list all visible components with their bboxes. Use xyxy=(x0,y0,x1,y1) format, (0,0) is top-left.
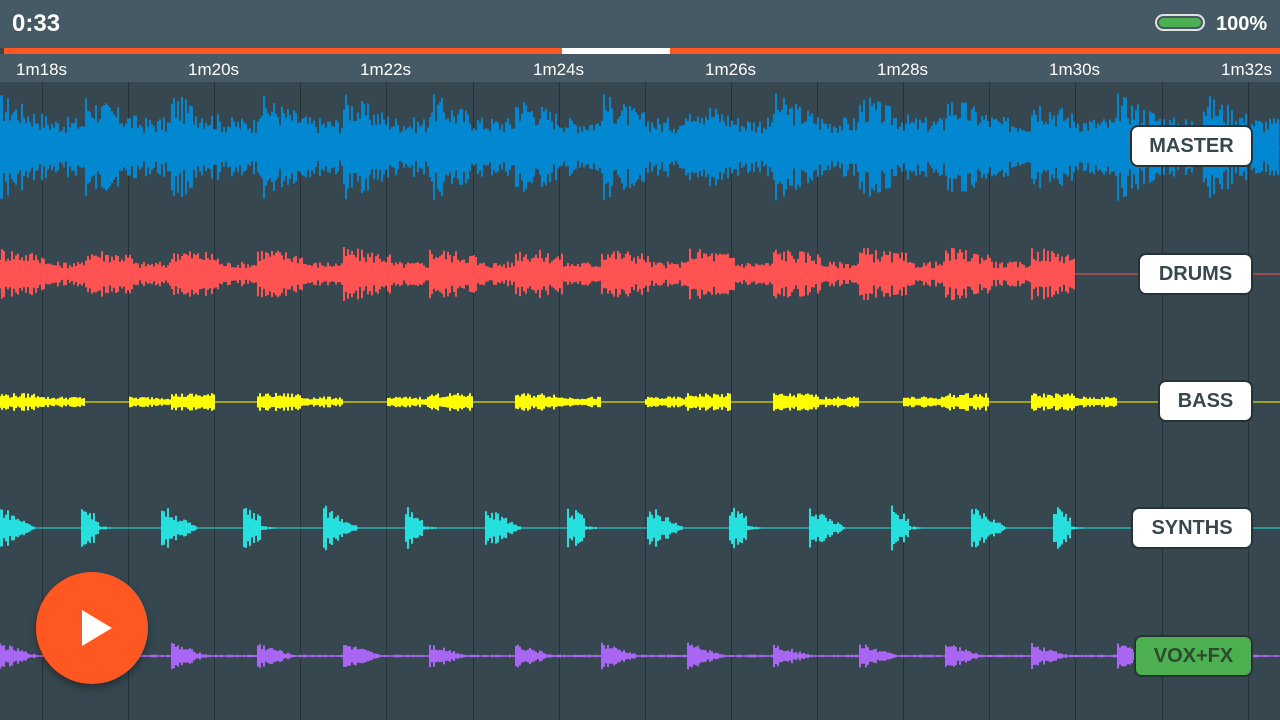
track-button-drums[interactable]: DRUMS xyxy=(1138,253,1253,295)
bass-waveform xyxy=(0,393,1280,411)
timeline-tick: 1m18s xyxy=(16,60,68,79)
track-button-vox-fx[interactable]: VOX+FX xyxy=(1134,635,1253,677)
timeline-tick: 1m24s xyxy=(533,60,585,79)
status-bar: 0:33 100% xyxy=(0,0,1280,48)
track-button-synths[interactable]: SYNTHS xyxy=(1131,507,1253,549)
synths-waveform xyxy=(0,505,1280,551)
battery-level xyxy=(1159,18,1201,27)
timeline-tick: 1m20s xyxy=(188,60,240,79)
timeline-tick: 1m28s xyxy=(877,60,929,79)
timeline-tick: 1m32s xyxy=(1221,60,1273,79)
timeline-tick: 1m26s xyxy=(705,60,757,79)
elapsed-time: 0:33 xyxy=(12,10,61,37)
play-button[interactable] xyxy=(36,572,148,684)
battery-icon xyxy=(1155,14,1205,31)
waveform-path xyxy=(0,642,1279,670)
drums-waveform xyxy=(0,247,1280,301)
vox-fx-waveform xyxy=(0,642,1280,670)
waveform-path xyxy=(0,93,1279,201)
waveform-path xyxy=(0,247,1075,301)
timeline-ruler: 1m18s 1m20s 1m22s 1m24s 1m26s 1m28s 1m30… xyxy=(0,54,1280,82)
play-icon xyxy=(82,610,112,646)
timeline-tick: 1m22s xyxy=(360,60,412,79)
timeline-tick: 1m30s xyxy=(1049,60,1101,79)
track-button-master[interactable]: MASTER xyxy=(1130,125,1253,167)
battery-percent: 100% xyxy=(1216,13,1268,35)
track-button-bass[interactable]: BASS xyxy=(1158,380,1253,422)
master-waveform xyxy=(0,93,1280,201)
track-area[interactable]: MASTER DRUMS BASS SYNTHS VOX+FX xyxy=(0,82,1280,720)
